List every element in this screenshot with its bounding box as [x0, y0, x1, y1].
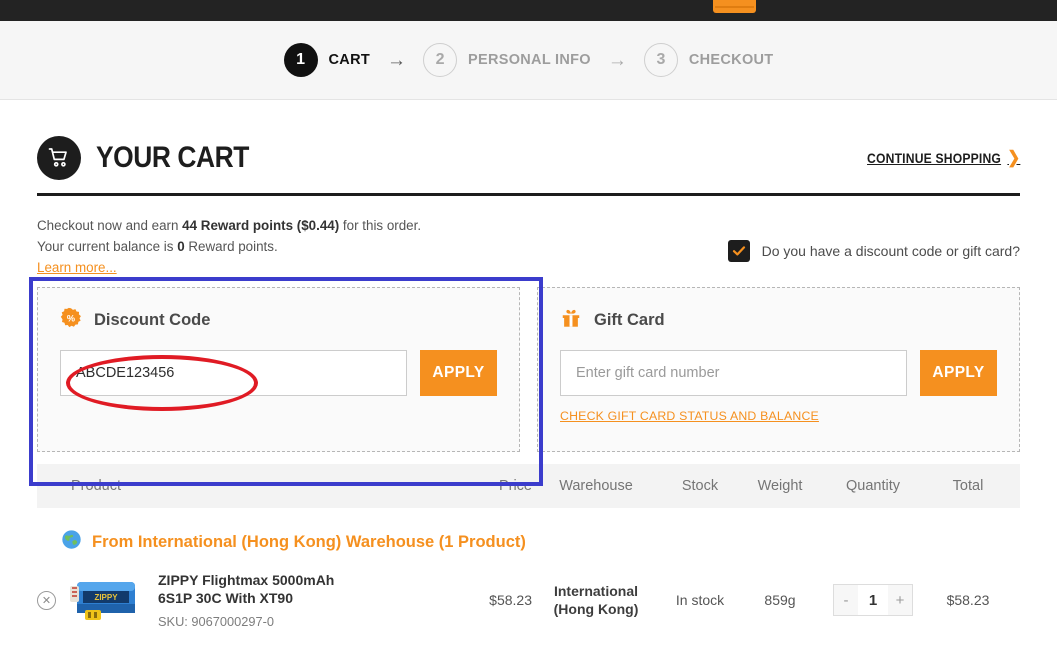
reward-earn-post: for this order.	[339, 218, 422, 233]
steps-list: 1 CART → 2 PERSONAL INFO → 3 CHECKOUT	[283, 43, 774, 77]
table-row: ✕ ZIPPY ZIPPY Flightmax 5000mAh 6S1P 30C…	[37, 571, 1020, 629]
reward-earn-pre: Checkout now and earn	[37, 218, 183, 233]
coupon-panels: % Discount Code APPLY	[37, 287, 1020, 452]
discount-code-input[interactable]	[60, 350, 407, 396]
discount-panel-title: Discount Code	[94, 311, 211, 329]
step-personal-info-number: 2	[423, 43, 458, 77]
column-header-product: Product	[71, 478, 121, 494]
column-header-total: Total	[952, 478, 984, 494]
product-sku: SKU: 9067000297-0	[158, 614, 274, 629]
step-arrow-icon-1: →	[387, 49, 407, 71]
product-thumbnail[interactable]: ZIPPY	[67, 574, 147, 626]
globe-icon	[61, 529, 82, 555]
reward-points-info: Checkout now and earn 44 Reward points (…	[37, 196, 421, 278]
product-cell: ✕ ZIPPY ZIPPY Flightmax 5000mAh 6S1P 30C…	[37, 571, 417, 629]
cart-header: YOUR CART CONTINUE SHOPPING ❯	[37, 100, 1020, 196]
content-container: YOUR CART CONTINUE SHOPPING ❯ Checkout n…	[37, 100, 1020, 629]
cell-weight: 859g	[764, 592, 796, 608]
step-cart-number: 1	[283, 43, 318, 77]
chevron-right-icon: ❯	[1006, 148, 1020, 167]
column-header-stock: Stock	[681, 478, 719, 494]
reward-earn-line: Checkout now and earn 44 Reward points (…	[37, 215, 421, 236]
cell-price: $58.23	[489, 592, 532, 608]
product-info: ZIPPY Flightmax 5000mAh 6S1P 30C With XT…	[158, 571, 348, 629]
discount-apply-button[interactable]: APPLY	[420, 350, 497, 396]
reward-balance-value: 0	[177, 239, 185, 254]
gift-card-panel: Gift Card APPLY CHECK GIFT CARD STATUS A…	[537, 287, 1020, 452]
step-cart[interactable]: 1 CART	[283, 43, 371, 77]
reward-balance-line: Your current balance is 0 Reward points.	[37, 236, 421, 257]
cell-warehouse: International (Hong Kong)	[553, 583, 639, 617]
discount-code-question-label: Do you have a discount code or gift card…	[761, 243, 1020, 259]
gift-panel-header: Gift Card	[560, 307, 997, 334]
discount-code-checkbox[interactable]	[727, 240, 750, 262]
column-header-quantity: Quantity	[846, 478, 900, 494]
discount-panel-header: % Discount Code	[60, 307, 497, 334]
step-personal-info-label: PERSONAL INFO	[468, 52, 591, 68]
checkout-step-indicator: 1 CART → 2 PERSONAL INFO → 3 CHECKOUT	[0, 21, 1057, 100]
cell-stock: In stock	[675, 592, 725, 608]
gift-box-icon	[560, 307, 582, 334]
warehouse-group-label: From International (Hong Kong) Warehouse…	[92, 532, 526, 551]
remove-item-icon[interactable]: ✕	[37, 590, 56, 610]
cart-title-group: YOUR CART	[37, 136, 270, 180]
column-header-weight: Weight	[757, 478, 803, 494]
step-checkout-label: CHECKOUT	[688, 52, 774, 68]
product-name[interactable]: ZIPPY Flightmax 5000mAh 6S1P 30C With XT…	[158, 571, 348, 607]
column-header-warehouse: Warehouse	[559, 478, 633, 494]
reward-balance-pre: Your current balance is	[37, 239, 178, 254]
rewards-row: Checkout now and earn 44 Reward points (…	[37, 196, 1020, 278]
quantity-stepper: - 1 +	[820, 584, 926, 616]
quantity-increase-button[interactable]: +	[888, 584, 913, 616]
quantity-decrease-button[interactable]: -	[833, 584, 858, 616]
top-bar	[0, 0, 1057, 21]
step-personal-info[interactable]: 2 PERSONAL INFO	[423, 43, 591, 77]
cell-quantity: - 1 +	[820, 584, 926, 616]
gift-apply-button[interactable]: APPLY	[920, 350, 997, 396]
gift-field-row: APPLY	[560, 350, 997, 396]
column-header-price: Price	[498, 478, 532, 494]
gift-panel-title: Gift Card	[594, 311, 665, 329]
continue-shopping-link[interactable]: CONTINUE SHOPPING ❯	[867, 148, 1020, 168]
discount-code-question[interactable]: Do you have a discount code or gift card…	[727, 196, 1020, 262]
reward-balance-post: Reward points.	[184, 239, 278, 254]
svg-text:%: %	[67, 314, 75, 324]
warehouse-group-header: From International (Hong Kong) Warehouse…	[37, 508, 1020, 571]
step-arrow-icon-2: →	[607, 49, 627, 71]
step-checkout[interactable]: 3 CHECKOUT	[643, 43, 774, 77]
shopping-cart-icon	[37, 136, 81, 180]
cart-table-header: Product Price Warehouse Stock Weight Qua…	[37, 464, 1020, 508]
quantity-value[interactable]: 1	[858, 584, 888, 616]
gift-card-input[interactable]	[560, 350, 907, 396]
page-title: YOUR CART	[96, 141, 249, 174]
svg-text:ZIPPY: ZIPPY	[94, 593, 118, 602]
step-checkout-number: 3	[643, 43, 678, 77]
discount-code-panel: % Discount Code APPLY	[37, 287, 520, 452]
site-logo[interactable]	[713, 0, 756, 13]
continue-shopping-label: CONTINUE SHOPPING	[866, 150, 1001, 166]
step-cart-label: CART	[328, 52, 371, 68]
check-gift-card-status-link[interactable]: CHECK GIFT CARD STATUS AND BALANCE	[560, 409, 819, 423]
page-body: YOUR CART CONTINUE SHOPPING ❯ Checkout n…	[0, 100, 1057, 629]
reward-earn-value: 44 Reward points ($0.44)	[182, 218, 340, 233]
discount-field-row: APPLY	[60, 350, 497, 396]
learn-more-link[interactable]: Learn more...	[37, 257, 421, 278]
cell-total: $58.23	[946, 592, 990, 608]
percent-badge-icon: %	[60, 307, 82, 334]
